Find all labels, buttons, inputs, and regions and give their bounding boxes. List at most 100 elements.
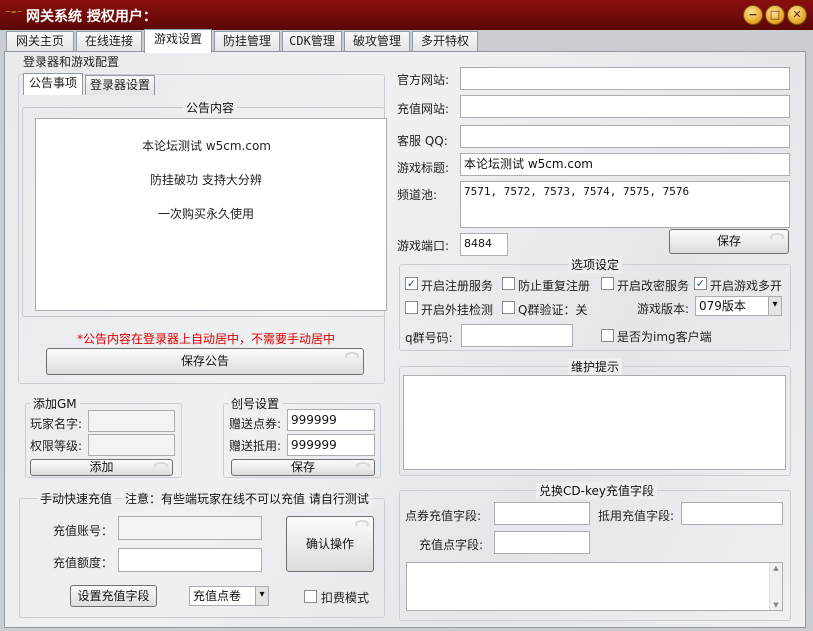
notice-textarea[interactable]: 本论坛测试 w5cm.com 防挂破功 支持大分辨 一次购买永久使用 bbox=[35, 118, 387, 311]
game-title-label: 游戏标题: bbox=[397, 161, 450, 175]
points-field-label: 充值点字段: bbox=[419, 538, 484, 552]
game-version-value: 079版本 bbox=[699, 299, 746, 313]
cdkey-title: 兑换CD-key充值字段 bbox=[536, 482, 657, 499]
enable-register-label: 开启注册服务 bbox=[421, 279, 494, 293]
prevent-duplicate-register-checkbox[interactable] bbox=[502, 277, 515, 290]
fee-mode-label: 扣费模式 bbox=[321, 591, 370, 605]
qq-group-number-input[interactable] bbox=[461, 324, 573, 347]
recharge-amount-label: 充值额度： bbox=[53, 556, 114, 570]
tab-home[interactable]: 网关主页 bbox=[6, 31, 74, 52]
channel-pool-label: 频道池: bbox=[397, 188, 438, 202]
site-save-label: 保存 bbox=[716, 234, 741, 248]
center-note: *公告内容在登录器上自动居中，不需要手动居中 bbox=[77, 332, 336, 346]
tab-break-attack[interactable]: 破攻管理 bbox=[344, 31, 410, 52]
enable-multi-open-checkbox[interactable]: ✓ bbox=[694, 277, 707, 290]
tab-multi-open[interactable]: 多开特权 bbox=[412, 31, 478, 52]
subtab-notice[interactable]: 公告事项 bbox=[23, 73, 83, 95]
enable-password-change-checkbox[interactable] bbox=[601, 277, 614, 290]
swirl-decoration-icon bbox=[356, 462, 370, 469]
enable-register-checkbox[interactable]: ✓ bbox=[405, 277, 418, 290]
recharge-account-input[interactable] bbox=[118, 516, 262, 540]
qq-group-verify-checkbox[interactable] bbox=[502, 301, 515, 314]
create-account-title: 创号设置 bbox=[228, 395, 283, 412]
add-gm-button[interactable]: 添加 bbox=[30, 459, 173, 476]
game-version-select[interactable]: 079版本 ▾ bbox=[695, 296, 782, 316]
official-site-label: 官方网站: bbox=[397, 73, 450, 87]
scroll-up-icon[interactable]: ▲ bbox=[770, 563, 782, 573]
save-notice-label: 保存公告 bbox=[180, 354, 229, 368]
game-port-input[interactable]: 8484 bbox=[460, 233, 508, 256]
gift-points-input[interactable]: 999999 bbox=[287, 409, 375, 431]
swirl-decoration-icon bbox=[355, 520, 369, 528]
permission-level-input[interactable] bbox=[88, 434, 175, 456]
recharge-type-value: 充值点卷 bbox=[193, 589, 242, 603]
create-account-save-button[interactable]: 保存 bbox=[231, 459, 375, 476]
official-site-input[interactable] bbox=[460, 67, 790, 90]
create-account-save-label: 保存 bbox=[290, 460, 315, 474]
voucher-field-label: 抵用充值字段: bbox=[598, 509, 675, 523]
player-name-label: 玩家名字: bbox=[30, 417, 83, 431]
game-settings-panel: 登录器和游戏配置 公告事项 登录器设置 公告内容 本论坛测试 w5cm.com … bbox=[4, 51, 806, 628]
game-version-label: 游戏版本: bbox=[637, 302, 690, 316]
tab-online[interactable]: 在线连接 bbox=[76, 31, 142, 52]
player-name-input[interactable] bbox=[88, 410, 175, 432]
service-qq-label: 客服 QQ: bbox=[397, 134, 448, 148]
set-recharge-field-button[interactable]: 设置充值字段 bbox=[70, 585, 157, 607]
channel-pool-input[interactable]: 7571, 7572, 7573, 7574, 7575, 7576 bbox=[460, 181, 790, 228]
coupon-field-label: 点券充值字段: bbox=[405, 509, 482, 523]
cdkey-log-textarea[interactable]: ▲ ▼ bbox=[406, 562, 783, 611]
subtab-launcher-settings[interactable]: 登录器设置 bbox=[85, 75, 155, 95]
add-gm-title: 添加GM bbox=[30, 395, 80, 412]
chevron-down-icon[interactable]: ▾ bbox=[255, 587, 268, 605]
recharge-site-input[interactable] bbox=[460, 95, 790, 118]
tab-cdk[interactable]: CDK管理 bbox=[282, 31, 342, 52]
permission-level-label: 权限等级: bbox=[30, 439, 83, 453]
confirm-recharge-button[interactable]: 确认操作 bbox=[286, 516, 374, 572]
recharge-type-select[interactable]: 充值点卷 ▾ bbox=[189, 586, 269, 606]
maximize-button[interactable]: □ bbox=[765, 5, 785, 25]
voucher-field-input[interactable] bbox=[681, 502, 783, 525]
confirm-recharge-label: 确认操作 bbox=[305, 537, 354, 551]
maintenance-title: 维护提示 bbox=[568, 358, 623, 375]
add-gm-label: 添加 bbox=[89, 460, 114, 474]
options-title: 选项设定 bbox=[568, 256, 623, 273]
notice-line: 防挂破功 支持大分辨 bbox=[150, 173, 262, 187]
recharge-title: 手动快速充值 bbox=[37, 490, 116, 507]
save-notice-button[interactable]: 保存公告 bbox=[46, 348, 364, 375]
notice-content-title: 公告内容 bbox=[183, 99, 238, 116]
swirl-decoration-icon bbox=[154, 462, 168, 469]
game-title-input[interactable]: 本论坛测试 w5cm.com bbox=[460, 153, 790, 176]
minimize-button[interactable]: − bbox=[743, 5, 763, 25]
main-tabs: 网关主页 在线连接 游戏设置 防挂管理 CDK管理 破攻管理 多开特权 bbox=[4, 29, 809, 53]
gift-voucher-label: 赠送抵用: bbox=[229, 439, 282, 453]
recharge-notice: 注意：有些端玩家在线不可以充值 请自行测试 bbox=[122, 490, 372, 507]
gift-points-label: 赠送点券: bbox=[229, 417, 282, 431]
launcher-group-title: 登录器和游戏配置 bbox=[23, 55, 120, 69]
enable-cheat-detect-checkbox[interactable] bbox=[405, 301, 418, 314]
qq-group-number-label: q群号码: bbox=[405, 331, 453, 345]
close-button[interactable]: ✕ bbox=[787, 5, 807, 25]
enable-password-change-label: 开启改密服务 bbox=[617, 279, 690, 293]
swirl-decoration-icon bbox=[345, 352, 359, 360]
maintenance-textarea[interactable] bbox=[403, 375, 786, 470]
recharge-account-label: 充值账号： bbox=[53, 524, 114, 538]
recharge-site-label: 充值网站: bbox=[397, 102, 450, 116]
scrollbar[interactable]: ▲ ▼ bbox=[769, 563, 782, 610]
fee-mode-checkbox[interactable] bbox=[304, 590, 317, 603]
notice-line: 一次购买永久使用 bbox=[158, 207, 255, 221]
tab-anticheat[interactable]: 防挂管理 bbox=[214, 31, 280, 52]
qq-group-verify-label: Q群验证：关 bbox=[518, 303, 588, 317]
enable-cheat-detect-label: 开启外挂检测 bbox=[421, 303, 494, 317]
recharge-amount-input[interactable] bbox=[118, 548, 262, 572]
tab-game-settings[interactable]: 游戏设置 bbox=[144, 29, 212, 53]
img-client-checkbox[interactable] bbox=[601, 329, 614, 342]
service-qq-input[interactable] bbox=[460, 125, 790, 148]
site-save-button[interactable]: 保存 bbox=[669, 229, 789, 254]
window-title: 网关系统 授权用户： bbox=[26, 9, 157, 25]
chevron-down-icon[interactable]: ▾ bbox=[768, 297, 781, 315]
scroll-down-icon[interactable]: ▼ bbox=[770, 600, 782, 610]
swirl-decoration-icon bbox=[770, 233, 784, 241]
gift-voucher-input[interactable]: 999999 bbox=[287, 434, 375, 456]
coupon-field-input[interactable] bbox=[494, 502, 590, 525]
points-field-input[interactable] bbox=[494, 531, 590, 554]
